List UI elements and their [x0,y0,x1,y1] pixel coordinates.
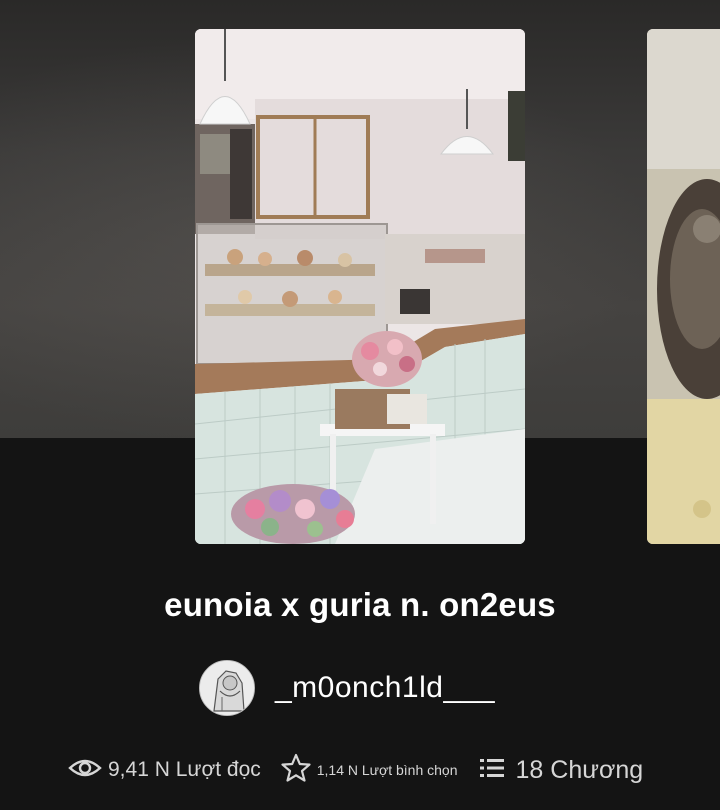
votes-count: 1,14 N Lượt bình chọn [316,762,458,778]
next-story-cover-image[interactable] [647,29,720,544]
reads-count: 9,41 N Lượt đọc [108,758,261,781]
list-icon [479,757,504,784]
eye-icon [68,756,102,785]
avatar[interactable] [199,660,255,716]
author-username[interactable]: _m0onch1ld___ [275,671,495,705]
author-row[interactable]: _m0onch1ld___ [199,659,495,717]
story-title: eunoia x guria n. on2eus [164,586,556,623]
story-cover-image[interactable] [195,29,525,544]
star-icon [281,753,311,788]
story-stats: 9,41 N Lượt đọc 1,14 N Lượt bình chọn 18… [68,748,668,792]
parts-stat: 18 Chương [479,755,644,785]
reads-stat: 9,41 N Lượt đọc [68,756,261,785]
parts-count: 18 Chương [515,755,644,784]
votes-stat: 1,14 N Lượt bình chọn [281,753,458,788]
